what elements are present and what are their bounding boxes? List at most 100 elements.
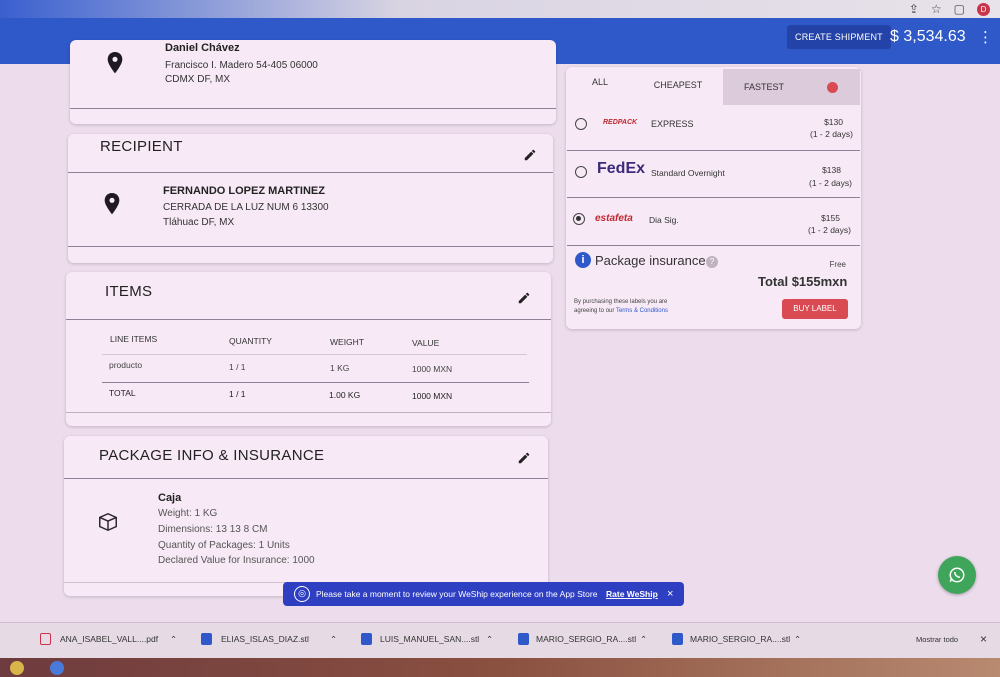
window-icon[interactable]: ▢ xyxy=(954,1,965,17)
item-value: 1000 MXN xyxy=(412,364,453,374)
package-declared-value: Declared Value for Insurance: 1000 xyxy=(158,555,315,566)
recipient-address-line2: Tláhuac DF, MX xyxy=(163,217,235,228)
total-label: TOTAL xyxy=(109,388,136,398)
chevron-up-icon[interactable]: ⌃ xyxy=(794,634,801,645)
col-header-line-items: LINE ITEMS xyxy=(110,334,158,344)
stl-file-icon xyxy=(518,633,529,645)
carrier-logo-estafeta: estafeta xyxy=(595,213,633,224)
rate-eta: (1 - 2 days) xyxy=(810,129,853,139)
toast-message: Please take a moment to review your WeSh… xyxy=(316,589,598,599)
total-value: 1000 MXN xyxy=(412,391,453,401)
terms-line1: By purchasing these labels you are xyxy=(574,299,668,305)
terms-text: By purchasing these labels you are agree… xyxy=(574,298,668,316)
browser-toolbar-icons: ⇪ ☆ ▢ D xyxy=(909,1,990,17)
rate-filter-tabs: ALL CHEAPEST FASTEST xyxy=(567,64,860,105)
tab-fastest[interactable]: FASTEST xyxy=(723,69,805,105)
sender-address-line1: Francisco I. Madero 54-405 06000 xyxy=(165,60,318,71)
package-info-card: PACKAGE INFO & INSURANCE Caja Weight: 1 … xyxy=(64,436,548,596)
rate-option-estafeta[interactable]: estafeta Dia Sig. $155 (1 - 2 days) xyxy=(567,198,860,246)
tab-cheapest[interactable]: CHEAPEST xyxy=(633,67,723,103)
help-icon[interactable]: ? xyxy=(706,256,718,268)
buy-label-button[interactable]: BUY LABEL xyxy=(782,299,848,319)
download-filename: MARIO_SERGIO_RA....stl xyxy=(536,634,637,644)
more-vert-icon[interactable]: ⋮ xyxy=(978,30,993,45)
insurance-value: Free xyxy=(829,260,846,269)
total-quantity: 1 / 1 xyxy=(229,389,246,399)
rate-radio[interactable] xyxy=(575,118,587,130)
stl-file-icon xyxy=(672,633,683,645)
rate-price: $155 xyxy=(821,213,840,223)
rate-price: $130 xyxy=(824,117,843,127)
recipient-title: RECIPIENT xyxy=(100,138,183,155)
edit-icon[interactable] xyxy=(517,291,531,305)
download-filename: ANA_ISABEL_VALL....pdf xyxy=(60,634,159,644)
location-pin-icon xyxy=(107,52,123,74)
service-name: EXPRESS xyxy=(651,119,694,129)
info-icon[interactable]: i xyxy=(575,252,591,268)
chevron-up-icon[interactable]: ⌃ xyxy=(486,634,493,645)
alert-icon xyxy=(827,82,838,94)
create-shipment-button[interactable]: CREATE SHIPMENT xyxy=(787,25,891,49)
downloads-bar: ANA_ISABEL_VALL....pdf ⌃ ELIAS_ISLAS_DIA… xyxy=(0,622,1000,658)
carrier-logo-fedex: FedEx xyxy=(597,160,646,177)
total-price: Total $155mxn xyxy=(758,274,848,289)
col-header-quantity: QUANTITY xyxy=(229,336,272,346)
account-balance: $ 3,534.63 xyxy=(890,28,966,45)
sender-name: Daniel Chávez xyxy=(165,42,240,54)
chevron-up-icon[interactable]: ⌃ xyxy=(170,634,177,645)
item-quantity: 1 / 1 xyxy=(229,362,246,372)
download-filename: ELIAS_ISLAS_DIAZ.stl xyxy=(221,634,309,644)
rate-eta: (1 - 2 days) xyxy=(808,225,851,235)
browser-chrome-strip xyxy=(0,0,1000,18)
edit-icon[interactable] xyxy=(523,148,537,162)
stl-file-icon xyxy=(361,633,372,645)
profile-avatar[interactable]: D xyxy=(977,2,990,16)
rate-option-redpack[interactable]: REDPACK EXPRESS $130 (1 - 2 days) xyxy=(567,103,860,151)
show-all-downloads-link[interactable]: Mostrar todo xyxy=(916,635,958,644)
divider xyxy=(567,245,860,246)
tab-all[interactable]: ALL xyxy=(567,64,633,100)
terms-line2: agreeing to our xyxy=(574,308,615,314)
carrier-logo-redpack: REDPACK xyxy=(603,119,638,126)
app-store-icon: ◎ xyxy=(294,586,310,602)
package-title: PACKAGE INFO & INSURANCE xyxy=(99,447,325,464)
stl-file-icon xyxy=(201,633,212,645)
downloads-close-icon[interactable]: × xyxy=(980,632,987,646)
rate-weship-link[interactable]: Rate WeShip xyxy=(606,582,658,606)
divider xyxy=(64,478,548,479)
tab-alert[interactable] xyxy=(805,69,860,105)
chevron-up-icon[interactable]: ⌃ xyxy=(640,634,647,645)
whatsapp-chat-button[interactable] xyxy=(938,556,976,594)
review-toast: ◎ Please take a moment to review your We… xyxy=(283,582,684,606)
sender-card: Daniel Chávez Francisco I. Madero 54-405… xyxy=(70,40,556,124)
os-taskbar xyxy=(0,658,1000,677)
download-filename: LUIS_MANUEL_SAN....stl xyxy=(380,634,480,644)
col-header-weight: WEIGHT xyxy=(330,337,364,347)
package-dimensions: Dimensions: 13 13 8 CM xyxy=(158,524,268,535)
whatsapp-icon xyxy=(949,567,965,583)
items-title: ITEMS xyxy=(105,283,153,300)
terms-link[interactable]: Terms & Conditions xyxy=(616,308,668,314)
chevron-up-icon[interactable]: ⌃ xyxy=(330,634,337,645)
sender-address-line2: CDMX DF, MX xyxy=(165,74,230,85)
download-filename: MARIO_SERGIO_RA....stl xyxy=(690,634,791,644)
recipient-address-line1: CERRADA DE LA LUZ NUM 6 13300 xyxy=(163,202,329,213)
share-icon[interactable]: ⇪ xyxy=(909,1,919,17)
location-pin-icon xyxy=(104,193,120,215)
item-weight: 1 KG xyxy=(330,363,350,373)
rate-radio-selected[interactable] xyxy=(573,213,585,225)
divider xyxy=(66,319,551,320)
total-weight: 1.00 KG xyxy=(329,390,361,400)
item-name: producto xyxy=(109,360,143,370)
rate-price: $138 xyxy=(822,165,841,175)
browser-app-icon[interactable] xyxy=(50,661,64,675)
recipient-name: FERNANDO LOPEZ MARTINEZ xyxy=(163,185,325,197)
service-name: Standard Overnight xyxy=(651,168,725,178)
package-name: Caja xyxy=(158,492,182,504)
rate-option-fedex[interactable]: FedEx Standard Overnight $138 (1 - 2 day… xyxy=(567,151,860,198)
rate-radio[interactable] xyxy=(575,166,587,178)
bookmark-star-icon[interactable]: ☆ xyxy=(931,1,942,17)
edit-icon[interactable] xyxy=(517,451,531,465)
toast-close-icon[interactable]: × xyxy=(667,582,673,606)
chrome-app-icon[interactable] xyxy=(10,661,24,675)
